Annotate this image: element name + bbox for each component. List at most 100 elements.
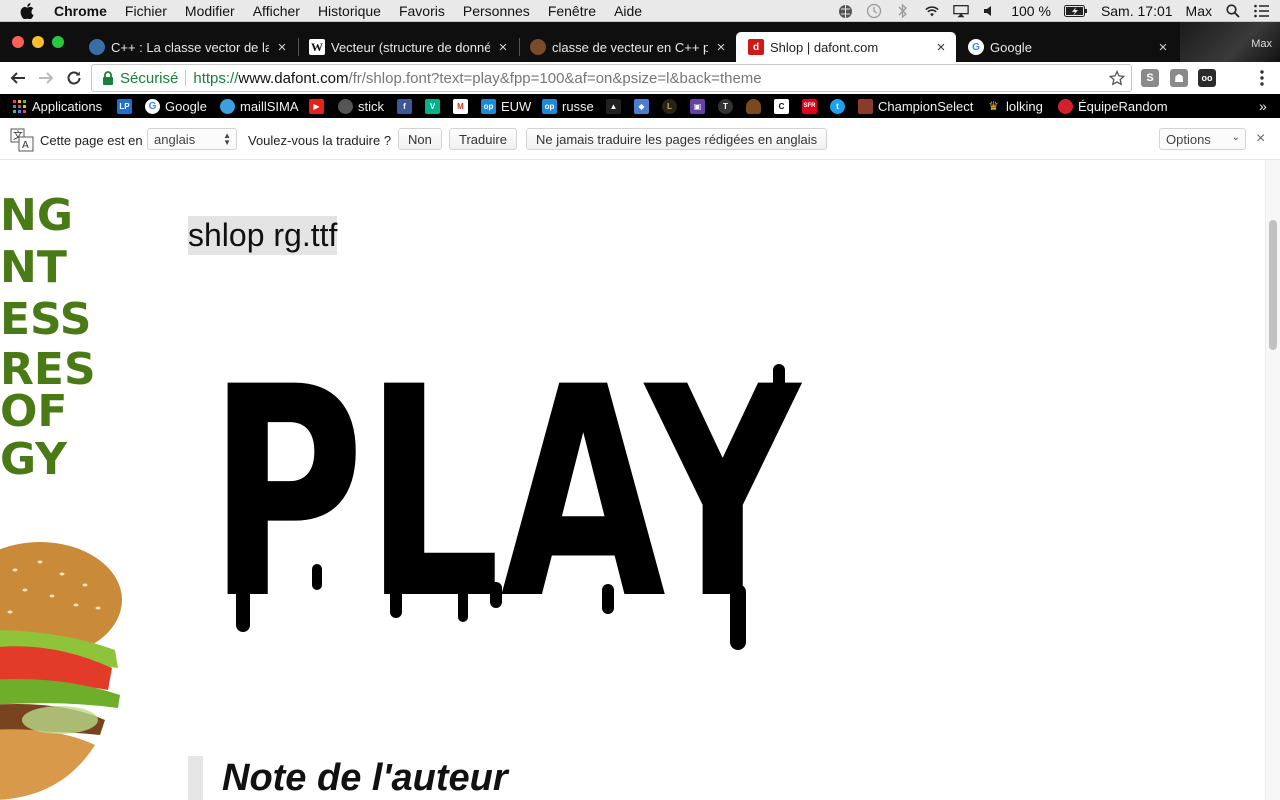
- bookmark-euw[interactable]: op EUW: [481, 97, 531, 115]
- menu-app-chrome[interactable]: Chrome: [54, 3, 107, 19]
- gmail-icon: M: [453, 98, 468, 114]
- bookmark-vine[interactable]: V: [425, 97, 445, 115]
- current-user[interactable]: Max: [1186, 3, 1212, 19]
- openclassrooms-icon: [530, 39, 546, 55]
- bookmark-google[interactable]: G Google: [145, 97, 207, 115]
- profile-avatar-button[interactable]: Max: [1180, 22, 1280, 62]
- non-button[interactable]: Non: [398, 128, 442, 150]
- menu-modifier[interactable]: Modifier: [185, 3, 235, 19]
- secure-label[interactable]: Sécurisé: [120, 70, 178, 87]
- extension-oo-icon[interactable]: oo: [1198, 69, 1216, 87]
- league-icon: L: [662, 98, 677, 114]
- font-preview-image: PLAY: [208, 326, 802, 659]
- translate-question: Voulez-vous la traduire ?: [248, 133, 392, 148]
- forward-button[interactable]: [36, 68, 56, 88]
- menu-fenetre[interactable]: Fenêtre: [548, 3, 596, 19]
- sfr-icon: SFR: [802, 98, 817, 114]
- close-infobar-icon[interactable]: ×: [1256, 130, 1265, 148]
- url-scheme: https://: [193, 69, 239, 87]
- browser-window: Chrome Fichier Modifier Afficher Histori…: [0, 0, 1280, 800]
- clock[interactable]: Sam. 17:01: [1101, 3, 1173, 19]
- minimize-window-button[interactable]: [32, 36, 44, 48]
- bookmark-league[interactable]: L: [662, 97, 682, 115]
- menu-afficher[interactable]: Afficher: [253, 3, 300, 19]
- font-file-name: shlop rg.ttf: [188, 216, 338, 255]
- volume-icon[interactable]: [982, 3, 998, 19]
- bookmark-stick[interactable]: stick: [338, 97, 384, 115]
- apple-icon[interactable]: [18, 2, 36, 20]
- tab-google[interactable]: G Google ×: [956, 32, 1178, 62]
- twitch-icon: ▣: [690, 98, 705, 114]
- battery-icon[interactable]: [1063, 3, 1088, 19]
- random-icon: [1058, 98, 1073, 114]
- burger-image: [0, 542, 122, 800]
- options-label: Options: [1166, 131, 1211, 147]
- never-translate-button[interactable]: Ne jamais traduire les pages rédigées en…: [526, 128, 828, 150]
- bookmark-equiperandom[interactable]: ÉquipeRandom: [1058, 97, 1168, 115]
- tab-wikipedia-vecteur[interactable]: W Vecteur (structure de donnée ×: [297, 32, 518, 62]
- notification-center-icon[interactable]: [1254, 3, 1270, 19]
- menu-historique[interactable]: Historique: [318, 3, 381, 19]
- bookmark-maillsima[interactable]: maillSIMA: [220, 97, 299, 115]
- back-button[interactable]: [8, 68, 28, 88]
- tab-classe-vecteur[interactable]: classe de vecteur en C++ par ×: [518, 32, 736, 62]
- bookmark-lolking[interactable]: ♛ lolking: [986, 97, 1043, 115]
- bookmark-youtube[interactable]: ▶: [309, 97, 329, 115]
- traduire-button[interactable]: Traduire: [449, 128, 517, 150]
- close-tab-icon[interactable]: ×: [934, 39, 948, 56]
- bookmarks-overflow-icon[interactable]: »: [1259, 97, 1267, 115]
- bookmark-c[interactable]: C: [774, 97, 794, 115]
- chrome-menu-icon[interactable]: [1252, 68, 1272, 88]
- menu-fichier[interactable]: Fichier: [125, 3, 167, 19]
- bookmark-gmail[interactable]: M: [453, 97, 473, 115]
- bookmark-shield[interactable]: ◆: [634, 97, 654, 115]
- facebook-icon: f: [397, 98, 412, 114]
- bookmark-facebook[interactable]: f: [397, 97, 417, 115]
- close-tab-icon[interactable]: ×: [496, 39, 510, 56]
- vpn-globe-icon[interactable]: [837, 3, 853, 19]
- blue-square-icon: LP: [117, 98, 132, 114]
- menu-favoris[interactable]: Favoris: [399, 3, 445, 19]
- options-select[interactable]: Options ⌄: [1159, 128, 1246, 150]
- extension-s-icon[interactable]: S: [1141, 69, 1159, 87]
- bookmark-skill[interactable]: ▲: [606, 97, 626, 115]
- close-tab-icon[interactable]: ×: [714, 39, 728, 56]
- lock-icon[interactable]: [102, 71, 114, 85]
- wifi-icon[interactable]: [924, 3, 940, 19]
- scrollbar-thumb[interactable]: [1269, 220, 1277, 350]
- bookmark-tezos[interactable]: T: [718, 97, 738, 115]
- bookmark-twitter[interactable]: t: [830, 97, 850, 115]
- bookmark-russe[interactable]: op russe: [542, 97, 594, 115]
- bookmark-star-icon[interactable]: [1108, 69, 1126, 86]
- extension-ghost-icon[interactable]: ☗: [1170, 69, 1188, 87]
- google-icon: G: [968, 39, 984, 55]
- side-art-line: NT: [0, 242, 67, 293]
- close-tab-icon[interactable]: ×: [275, 39, 289, 56]
- side-art-line: GY: [0, 434, 68, 485]
- bluetooth-icon[interactable]: [895, 3, 911, 19]
- tab-shlop-dafont[interactable]: d Shlop | dafont.com ×: [736, 32, 956, 62]
- close-tab-icon[interactable]: ×: [1156, 39, 1170, 56]
- address-bar[interactable]: Sécurisé https:// www.dafont.com /fr/shl…: [91, 64, 1132, 92]
- bookmark-poop[interactable]: [746, 97, 766, 115]
- maximize-window-button[interactable]: [52, 36, 64, 48]
- time-machine-icon[interactable]: [866, 3, 882, 19]
- crown-icon: ♛: [988, 99, 999, 113]
- bookmark-blue[interactable]: LP: [117, 97, 137, 115]
- bookmark-applications[interactable]: Applications: [12, 97, 102, 115]
- airplay-icon[interactable]: [953, 3, 969, 19]
- author-note-heading: Note de l'auteur: [222, 757, 508, 799]
- bookmark-sfr[interactable]: SFR: [802, 97, 822, 115]
- globe-icon: [89, 39, 105, 55]
- bookmark-championselect[interactable]: ChampionSelect: [858, 97, 973, 115]
- bookmark-twitch[interactable]: ▣: [690, 97, 710, 115]
- reload-button[interactable]: [64, 68, 84, 88]
- language-select[interactable]: anglais ▲ ▼: [147, 128, 237, 150]
- spotlight-search-icon[interactable]: [1225, 3, 1241, 19]
- menu-personnes[interactable]: Personnes: [463, 3, 530, 19]
- close-window-button[interactable]: [12, 36, 24, 48]
- tab-title: Google: [990, 39, 1032, 55]
- page-scrollbar[interactable]: [1265, 160, 1280, 800]
- tab-cpp-vector[interactable]: C++ : La classe vector de la l ×: [77, 32, 297, 62]
- menu-aide[interactable]: Aide: [614, 3, 642, 19]
